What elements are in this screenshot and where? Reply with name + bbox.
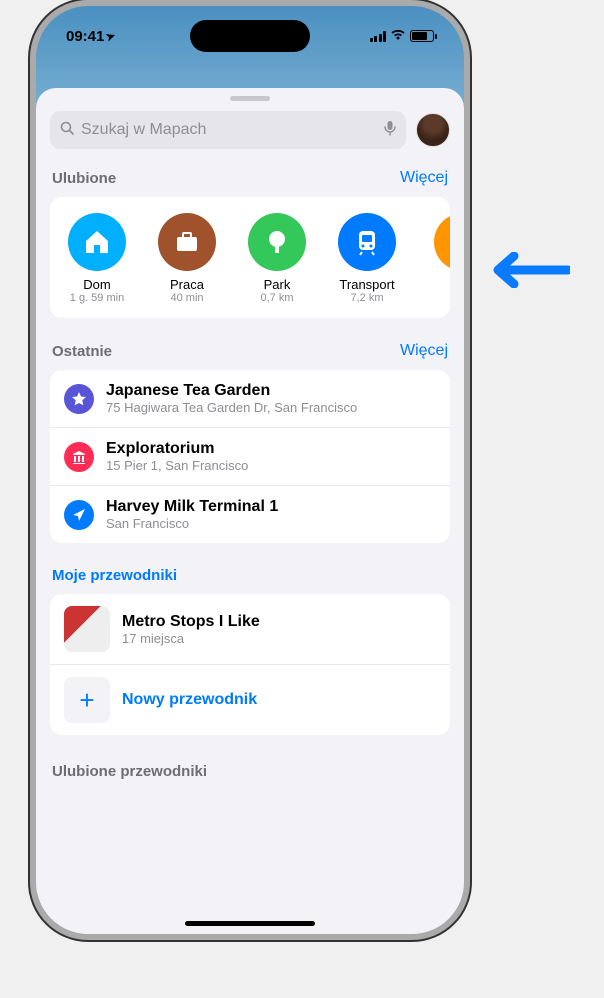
pin-icon <box>434 213 450 271</box>
curated-guides-title: Ulubione przewodniki <box>36 753 464 790</box>
search-input[interactable]: Szukaj w Mapach <box>50 111 406 149</box>
annotation-arrow-icon <box>490 252 570 288</box>
house-icon <box>68 213 126 271</box>
avatar[interactable] <box>416 113 450 147</box>
wifi-icon <box>390 28 406 44</box>
tram-icon <box>338 213 396 271</box>
favorites-card: Dom 1 g. 59 min Praca 40 min <box>50 197 450 318</box>
tree-icon <box>248 213 306 271</box>
favorite-work[interactable]: Praca 40 min <box>144 213 230 304</box>
search-card-panel: Szukaj w Mapach Ulubione Więcej <box>36 88 464 934</box>
plane-icon <box>64 500 94 530</box>
search-icon <box>60 121 75 140</box>
phone-frame: 09:41 ➤ Szukaj w Mapach <box>30 0 470 940</box>
guide-item[interactable]: Metro Stops I Like 17 miejsca <box>50 594 450 664</box>
briefcase-icon <box>158 213 216 271</box>
favorite-transit[interactable]: Transport 7,2 km <box>324 213 410 304</box>
recents-more-button[interactable]: Więcej <box>400 342 448 360</box>
drag-handle[interactable] <box>230 96 270 101</box>
favorites-title: Ulubione <box>52 170 116 187</box>
recents-card: Japanese Tea Garden 75 Hagiwara Tea Gard… <box>50 370 450 543</box>
microphone-icon[interactable] <box>384 120 396 140</box>
guides-card: Metro Stops I Like 17 miejsca + Nowy prz… <box>50 594 450 735</box>
phone-screen: 09:41 ➤ Szukaj w Mapach <box>36 6 464 934</box>
favorite-home[interactable]: Dom 1 g. 59 min <box>54 213 140 304</box>
battery-icon <box>410 30 434 42</box>
new-guide-button[interactable]: + Nowy przewodnik <box>50 664 450 735</box>
guides-title[interactable]: Moje przewodniki <box>36 561 464 594</box>
recents-title: Ostatnie <box>52 343 112 360</box>
recent-item[interactable]: Exploratorium 15 Pier 1, San Francisco <box>50 428 450 486</box>
status-time: 09:41 <box>66 28 104 45</box>
star-icon <box>64 384 94 414</box>
favorites-scroll[interactable]: Dom 1 g. 59 min Praca 40 min <box>50 197 450 318</box>
favorite-park[interactable]: Park 0,7 km <box>234 213 320 304</box>
dynamic-island <box>190 20 310 52</box>
favorite-partial[interactable]: He 3, <box>414 213 450 304</box>
recent-item[interactable]: Harvey Milk Terminal 1 San Francisco <box>50 486 450 543</box>
cellular-signal-icon <box>370 31 387 42</box>
plus-icon: + <box>64 677 110 723</box>
location-services-icon: ➤ <box>104 28 117 43</box>
favorites-more-button[interactable]: Więcej <box>400 169 448 187</box>
search-placeholder: Szukaj w Mapach <box>81 121 378 139</box>
museum-icon <box>64 442 94 472</box>
guide-thumbnail <box>64 606 110 652</box>
home-indicator[interactable] <box>185 921 315 926</box>
recent-item[interactable]: Japanese Tea Garden 75 Hagiwara Tea Gard… <box>50 370 450 428</box>
